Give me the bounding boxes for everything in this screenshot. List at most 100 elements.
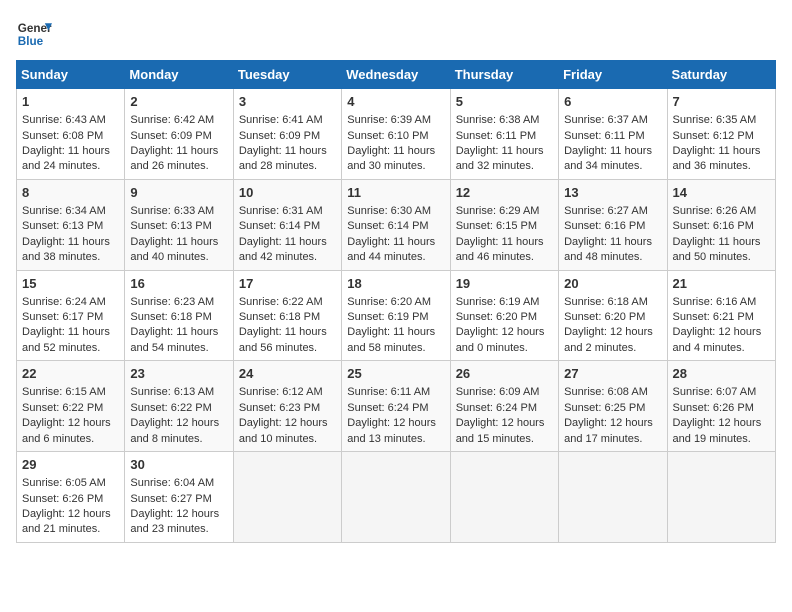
day-info: Daylight: 12 hours — [564, 325, 661, 340]
day-info: and 8 minutes. — [130, 432, 227, 447]
day-info: Sunset: 6:22 PM — [130, 401, 227, 416]
day-info: Sunset: 6:09 PM — [239, 129, 336, 144]
day-info: Sunset: 6:27 PM — [130, 492, 227, 507]
calendar-cell: 11Sunrise: 6:30 AMSunset: 6:14 PMDayligh… — [342, 179, 450, 270]
day-number: 13 — [564, 184, 661, 202]
day-number: 11 — [347, 184, 444, 202]
day-number: 16 — [130, 275, 227, 293]
day-info: Daylight: 11 hours — [239, 235, 336, 250]
day-info: Sunrise: 6:19 AM — [456, 295, 553, 310]
day-info: Daylight: 11 hours — [239, 144, 336, 159]
day-info: Sunrise: 6:09 AM — [456, 385, 553, 400]
day-number: 2 — [130, 93, 227, 111]
day-info: Daylight: 12 hours — [130, 507, 227, 522]
day-number: 12 — [456, 184, 553, 202]
day-info: Sunrise: 6:30 AM — [347, 204, 444, 219]
day-info: Daylight: 12 hours — [564, 416, 661, 431]
day-number: 26 — [456, 365, 553, 383]
day-number: 1 — [22, 93, 119, 111]
day-info: and 34 minutes. — [564, 159, 661, 174]
day-info: Sunrise: 6:39 AM — [347, 113, 444, 128]
calendar-cell: 9Sunrise: 6:33 AMSunset: 6:13 PMDaylight… — [125, 179, 233, 270]
day-number: 25 — [347, 365, 444, 383]
day-info: Sunrise: 6:18 AM — [564, 295, 661, 310]
day-info: Sunrise: 6:04 AM — [130, 476, 227, 491]
day-info: Sunset: 6:14 PM — [347, 219, 444, 234]
calendar-cell: 26Sunrise: 6:09 AMSunset: 6:24 PMDayligh… — [450, 361, 558, 452]
day-info: Sunset: 6:20 PM — [564, 310, 661, 325]
day-info: Sunset: 6:12 PM — [673, 129, 770, 144]
calendar-cell — [233, 452, 341, 543]
day-info: and 19 minutes. — [673, 432, 770, 447]
calendar-cell: 23Sunrise: 6:13 AMSunset: 6:22 PMDayligh… — [125, 361, 233, 452]
day-info: Daylight: 11 hours — [130, 325, 227, 340]
day-info: and 2 minutes. — [564, 341, 661, 356]
day-info: Daylight: 11 hours — [22, 325, 119, 340]
day-info: Sunrise: 6:43 AM — [22, 113, 119, 128]
day-info: Sunrise: 6:38 AM — [456, 113, 553, 128]
day-info: and 24 minutes. — [22, 159, 119, 174]
day-info: Sunrise: 6:05 AM — [22, 476, 119, 491]
day-info: Daylight: 11 hours — [673, 235, 770, 250]
day-info: Sunrise: 6:41 AM — [239, 113, 336, 128]
header: General Blue — [16, 16, 776, 52]
day-info: Sunset: 6:18 PM — [130, 310, 227, 325]
day-info: Daylight: 12 hours — [130, 416, 227, 431]
calendar-body: 1Sunrise: 6:43 AMSunset: 6:08 PMDaylight… — [17, 89, 776, 543]
day-number: 27 — [564, 365, 661, 383]
day-info: Sunset: 6:11 PM — [564, 129, 661, 144]
day-info: Sunset: 6:24 PM — [347, 401, 444, 416]
calendar-cell: 28Sunrise: 6:07 AMSunset: 6:26 PMDayligh… — [667, 361, 775, 452]
calendar-cell — [342, 452, 450, 543]
calendar-cell: 17Sunrise: 6:22 AMSunset: 6:18 PMDayligh… — [233, 270, 341, 361]
day-info: and 13 minutes. — [347, 432, 444, 447]
day-number: 14 — [673, 184, 770, 202]
day-info: Sunset: 6:25 PM — [564, 401, 661, 416]
calendar-cell: 1Sunrise: 6:43 AMSunset: 6:08 PMDaylight… — [17, 89, 125, 180]
day-info: Daylight: 11 hours — [673, 144, 770, 159]
calendar-cell: 24Sunrise: 6:12 AMSunset: 6:23 PMDayligh… — [233, 361, 341, 452]
calendar-week-row: 22Sunrise: 6:15 AMSunset: 6:22 PMDayligh… — [17, 361, 776, 452]
day-info: Sunset: 6:26 PM — [673, 401, 770, 416]
day-info: and 54 minutes. — [130, 341, 227, 356]
day-info: Daylight: 11 hours — [564, 144, 661, 159]
calendar-week-row: 29Sunrise: 6:05 AMSunset: 6:26 PMDayligh… — [17, 452, 776, 543]
day-info: Sunset: 6:18 PM — [239, 310, 336, 325]
day-info: and 6 minutes. — [22, 432, 119, 447]
calendar-cell — [559, 452, 667, 543]
day-info: Daylight: 12 hours — [347, 416, 444, 431]
day-info: Sunrise: 6:15 AM — [22, 385, 119, 400]
day-header-thursday: Thursday — [450, 61, 558, 89]
day-info: Sunset: 6:09 PM — [130, 129, 227, 144]
calendar-table: SundayMondayTuesdayWednesdayThursdayFrid… — [16, 60, 776, 543]
day-info: Daylight: 11 hours — [456, 144, 553, 159]
day-info: and 26 minutes. — [130, 159, 227, 174]
day-info: Sunset: 6:24 PM — [456, 401, 553, 416]
day-info: Daylight: 11 hours — [239, 325, 336, 340]
day-info: Daylight: 11 hours — [347, 325, 444, 340]
day-info: and 28 minutes. — [239, 159, 336, 174]
day-info: and 56 minutes. — [239, 341, 336, 356]
day-info: Sunset: 6:11 PM — [456, 129, 553, 144]
calendar-cell: 29Sunrise: 6:05 AMSunset: 6:26 PMDayligh… — [17, 452, 125, 543]
day-info: and 50 minutes. — [673, 250, 770, 265]
day-info: Sunrise: 6:13 AM — [130, 385, 227, 400]
day-info: Sunrise: 6:26 AM — [673, 204, 770, 219]
day-info: Sunrise: 6:20 AM — [347, 295, 444, 310]
day-info: Sunrise: 6:16 AM — [673, 295, 770, 310]
day-info: Daylight: 11 hours — [22, 144, 119, 159]
day-info: Daylight: 11 hours — [347, 144, 444, 159]
day-info: Sunrise: 6:12 AM — [239, 385, 336, 400]
day-info: and 21 minutes. — [22, 522, 119, 537]
day-number: 24 — [239, 365, 336, 383]
day-info: Daylight: 11 hours — [130, 144, 227, 159]
day-info: Sunset: 6:14 PM — [239, 219, 336, 234]
day-info: Sunset: 6:16 PM — [564, 219, 661, 234]
day-info: Daylight: 12 hours — [673, 325, 770, 340]
day-info: Sunrise: 6:23 AM — [130, 295, 227, 310]
calendar-cell: 19Sunrise: 6:19 AMSunset: 6:20 PMDayligh… — [450, 270, 558, 361]
calendar-cell: 7Sunrise: 6:35 AMSunset: 6:12 PMDaylight… — [667, 89, 775, 180]
calendar-cell: 5Sunrise: 6:38 AMSunset: 6:11 PMDaylight… — [450, 89, 558, 180]
day-number: 20 — [564, 275, 661, 293]
day-number: 6 — [564, 93, 661, 111]
